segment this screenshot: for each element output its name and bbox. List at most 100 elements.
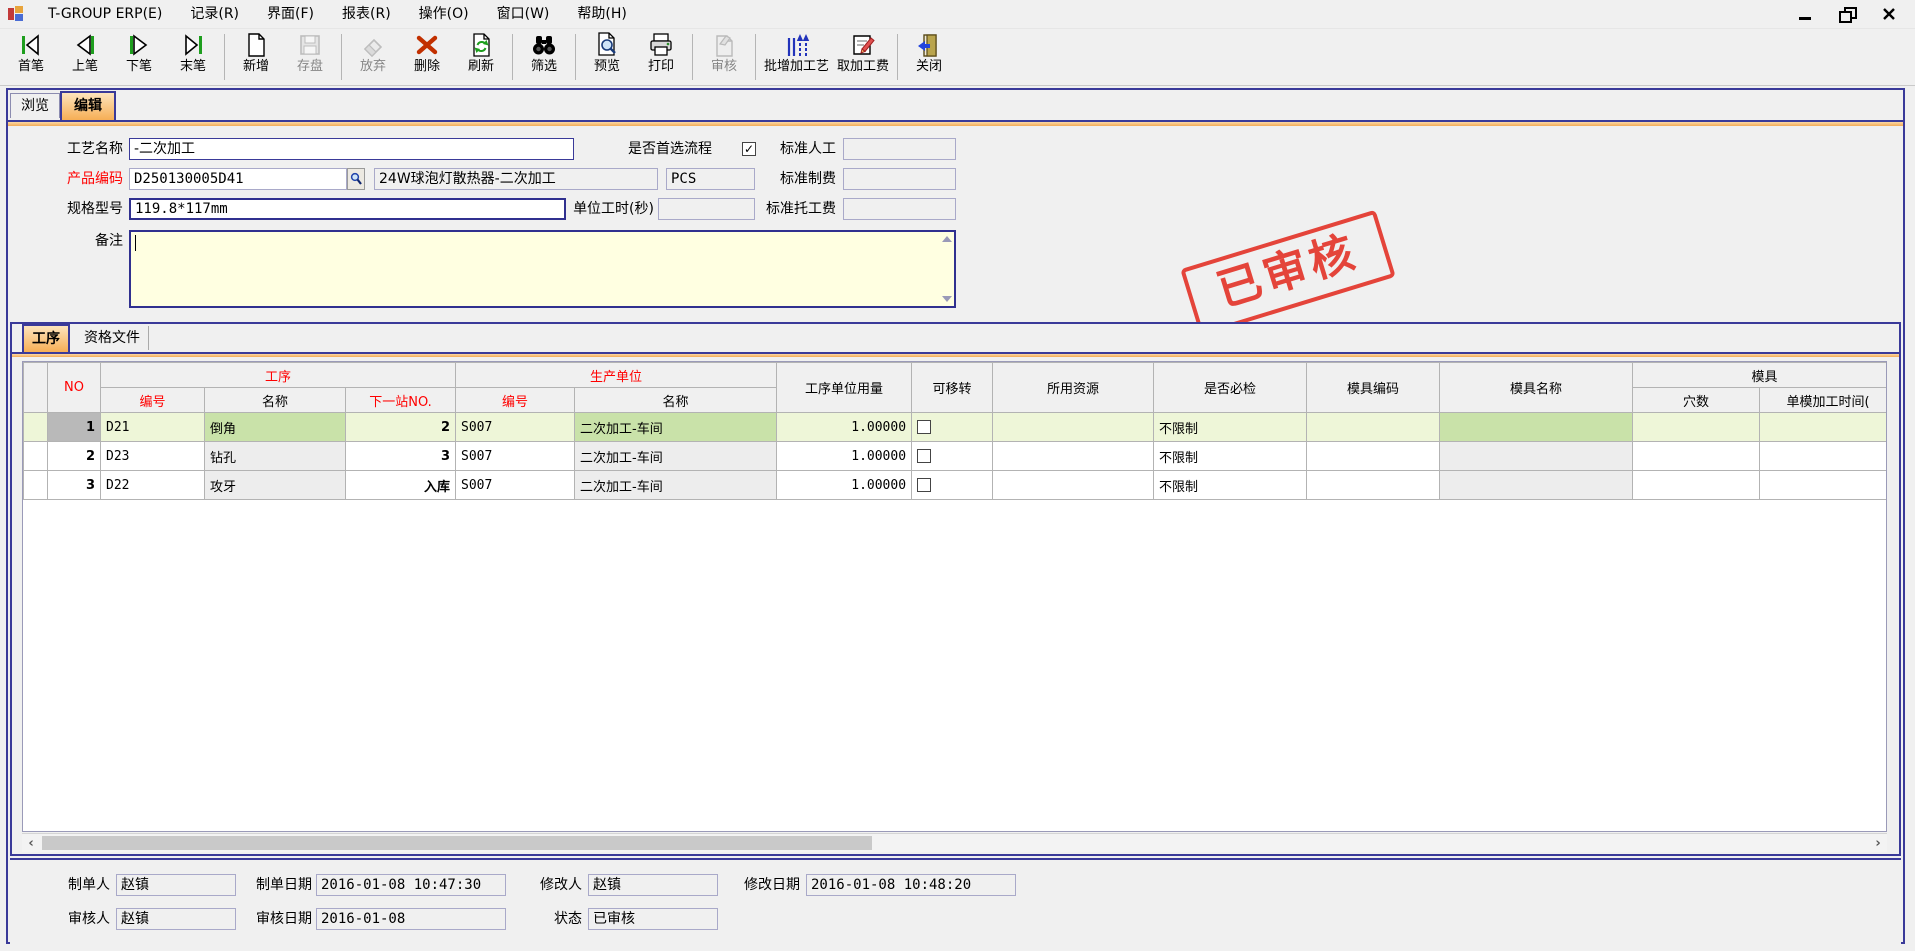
next-no-cell[interactable]: 3 bbox=[346, 442, 456, 471]
unit-code-cell[interactable]: S007 bbox=[456, 413, 575, 442]
col-resources-header[interactable]: 所用资源 bbox=[993, 363, 1154, 413]
menu-app[interactable]: T-GROUP ERP(E) bbox=[34, 0, 176, 28]
col-inspect-header[interactable]: 是否必检 bbox=[1154, 363, 1307, 413]
minimize-icon[interactable] bbox=[1797, 7, 1813, 21]
table-row[interactable]: 1D21倒角2S007二次加工-车间1.00000 不限制 bbox=[24, 413, 1888, 442]
movable-checkbox[interactable] bbox=[917, 420, 931, 434]
batch-add-process-button[interactable]: 批增加工艺 bbox=[760, 29, 833, 85]
unit-name-cell[interactable]: 二次加工-车间 bbox=[575, 413, 777, 442]
op-code-cell[interactable]: D22 bbox=[101, 471, 205, 500]
cavities-cell[interactable] bbox=[1633, 442, 1760, 471]
tab-edit[interactable]: 编辑 bbox=[60, 91, 116, 120]
inspect-cell[interactable]: 不限制 bbox=[1154, 413, 1307, 442]
row-selector-cell[interactable] bbox=[24, 413, 48, 442]
movable-checkbox[interactable] bbox=[917, 449, 931, 463]
cavities-cell[interactable] bbox=[1633, 413, 1760, 442]
unit-name-cell[interactable]: 二次加工-车间 bbox=[575, 442, 777, 471]
col-op-code-header[interactable]: 编号 bbox=[101, 388, 205, 413]
product-lookup-button[interactable] bbox=[347, 168, 365, 190]
remark-textarea[interactable] bbox=[129, 230, 956, 308]
cavities-cell[interactable] bbox=[1633, 471, 1760, 500]
restore-icon[interactable] bbox=[1839, 7, 1855, 21]
col-usage-header[interactable]: 工序单位用量 bbox=[777, 363, 912, 413]
unit-code-cell[interactable]: S007 bbox=[456, 471, 575, 500]
audit-button[interactable]: 审核 bbox=[697, 29, 751, 85]
get-processing-fee-button[interactable]: 取加工费 bbox=[833, 29, 893, 85]
tab-browse[interactable]: 浏览 bbox=[10, 93, 60, 118]
col-mold-time-header[interactable]: 单模加工时间( bbox=[1760, 388, 1887, 413]
no-cell[interactable]: 1 bbox=[48, 413, 101, 442]
mold-code-cell[interactable] bbox=[1307, 413, 1440, 442]
col-no-header[interactable]: NO bbox=[48, 363, 101, 413]
op-name-cell[interactable]: 倒角 bbox=[205, 413, 346, 442]
next-no-cell[interactable]: 2 bbox=[346, 413, 456, 442]
col-mold-code-header[interactable]: 模具编码 bbox=[1307, 363, 1440, 413]
next-no-cell[interactable]: 入库 bbox=[346, 471, 456, 500]
movable-cell[interactable] bbox=[912, 471, 993, 500]
op-name-cell[interactable]: 攻牙 bbox=[205, 471, 346, 500]
mold-code-cell[interactable] bbox=[1307, 442, 1440, 471]
no-cell[interactable]: 2 bbox=[48, 442, 101, 471]
save-button[interactable]: 存盘 bbox=[283, 29, 337, 85]
menu-window[interactable]: 窗口(W) bbox=[483, 0, 564, 28]
menu-report[interactable]: 报表(R) bbox=[328, 0, 405, 28]
unit-code-cell[interactable]: S007 bbox=[456, 442, 575, 471]
row-selector-cell[interactable] bbox=[24, 471, 48, 500]
process-name-input[interactable]: -二次加工 bbox=[129, 138, 574, 160]
refresh-button[interactable]: 刷新 bbox=[454, 29, 508, 85]
movable-cell[interactable] bbox=[912, 442, 993, 471]
delete-button[interactable]: 删除 bbox=[400, 29, 454, 85]
col-cavities-header[interactable]: 穴数 bbox=[1633, 388, 1760, 413]
mold-name-cell[interactable] bbox=[1440, 413, 1633, 442]
op-code-cell[interactable]: D21 bbox=[101, 413, 205, 442]
menu-interface[interactable]: 界面(F) bbox=[253, 0, 328, 28]
close-form-button[interactable]: 关闭 bbox=[902, 29, 956, 85]
inspect-cell[interactable]: 不限制 bbox=[1154, 442, 1307, 471]
spec-input[interactable]: 119.8*117mm bbox=[129, 198, 566, 220]
mold-time-cell[interactable] bbox=[1760, 442, 1887, 471]
first-record-button[interactable]: 首笔 bbox=[4, 29, 58, 85]
tab-qualification[interactable]: 资格文件 bbox=[76, 326, 149, 350]
table-row[interactable]: 3D22攻牙入库S007二次加工-车间1.00000不限制 bbox=[24, 471, 1888, 500]
resources-cell[interactable] bbox=[993, 413, 1154, 442]
menu-help[interactable]: 帮助(H) bbox=[563, 0, 640, 28]
mold-code-cell[interactable] bbox=[1307, 471, 1440, 500]
movable-cell[interactable] bbox=[912, 413, 993, 442]
inspect-cell[interactable]: 不限制 bbox=[1154, 471, 1307, 500]
next-record-button[interactable]: 下笔 bbox=[112, 29, 166, 85]
scroll-left-icon[interactable]: ‹ bbox=[22, 834, 40, 852]
scrollbar-thumb[interactable] bbox=[42, 836, 872, 850]
col-unit-name-header[interactable]: 名称 bbox=[575, 388, 777, 413]
print-button[interactable]: 打印 bbox=[634, 29, 688, 85]
last-record-button[interactable]: 末笔 bbox=[166, 29, 220, 85]
close-icon[interactable] bbox=[1881, 7, 1897, 21]
new-button[interactable]: 新增 bbox=[229, 29, 283, 85]
scroll-right-icon[interactable]: › bbox=[1869, 834, 1887, 852]
scroll-up-icon[interactable] bbox=[942, 236, 952, 242]
mold-time-cell[interactable] bbox=[1760, 413, 1887, 442]
menu-record[interactable]: 记录(R) bbox=[176, 0, 253, 28]
prev-record-button[interactable]: 上笔 bbox=[58, 29, 112, 85]
scroll-down-icon[interactable] bbox=[942, 296, 952, 302]
movable-checkbox[interactable] bbox=[917, 478, 931, 492]
row-selector-cell[interactable] bbox=[24, 442, 48, 471]
tab-process[interactable]: 工序 bbox=[22, 324, 70, 352]
usage-cell[interactable]: 1.00000 bbox=[777, 442, 912, 471]
mold-name-cell[interactable] bbox=[1440, 442, 1633, 471]
col-mold-name-header[interactable]: 模具名称 bbox=[1440, 363, 1633, 413]
col-unit-code-header[interactable]: 编号 bbox=[456, 388, 575, 413]
abandon-button[interactable]: 放弃 bbox=[346, 29, 400, 85]
usage-cell[interactable]: 1.00000 bbox=[777, 413, 912, 442]
filter-button[interactable]: 筛选 bbox=[517, 29, 571, 85]
no-cell[interactable]: 3 bbox=[48, 471, 101, 500]
product-code-input[interactable]: D250130005D41 bbox=[129, 168, 347, 190]
mold-name-cell[interactable] bbox=[1440, 471, 1633, 500]
col-op-name-header[interactable]: 名称 bbox=[205, 388, 346, 413]
col-movable-header[interactable]: 可移转 bbox=[912, 363, 993, 413]
resources-cell[interactable] bbox=[993, 442, 1154, 471]
col-next-no-header[interactable]: 下一站NO. bbox=[346, 388, 456, 413]
op-name-cell[interactable]: 钻孔 bbox=[205, 442, 346, 471]
menu-operation[interactable]: 操作(O) bbox=[405, 0, 483, 28]
preview-button[interactable]: 预览 bbox=[580, 29, 634, 85]
unit-name-cell[interactable]: 二次加工-车间 bbox=[575, 471, 777, 500]
